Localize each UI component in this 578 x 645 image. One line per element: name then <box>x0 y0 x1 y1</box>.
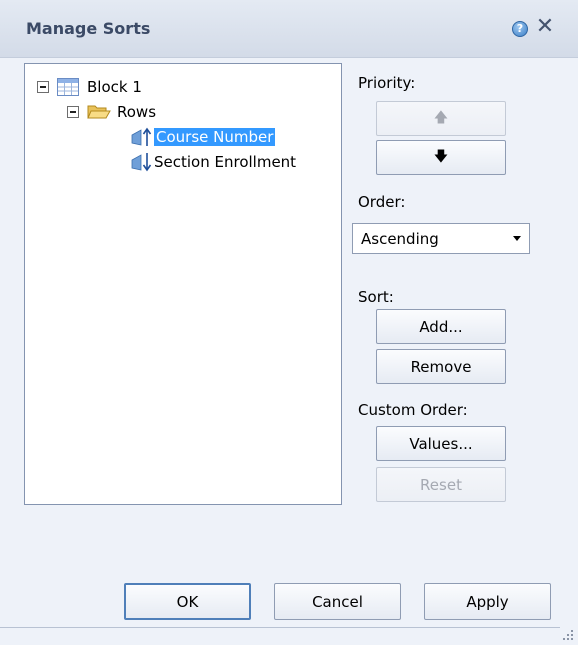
help-icon[interactable]: ? <box>512 21 528 37</box>
ok-button[interactable]: OK <box>124 583 251 620</box>
tree-label-section-enrollment: Section Enrollment <box>154 153 297 171</box>
sort-descending-icon <box>131 153 152 172</box>
sort-label: Sort: <box>358 288 394 306</box>
dialog-title: Manage Sorts <box>26 19 151 38</box>
arrow-up-icon: 🡅 <box>433 109 449 126</box>
order-select[interactable]: Ascending <box>352 223 530 254</box>
sort-ascending-icon <box>131 127 152 146</box>
add-sort-button[interactable]: Add... <box>376 309 506 344</box>
priority-label: Priority: <box>358 74 416 92</box>
add-sort-button-label: Add... <box>419 317 463 336</box>
apply-button-label: Apply <box>466 592 509 611</box>
tree-item-course-number[interactable]: Course Number <box>130 126 276 148</box>
order-selected-value: Ascending <box>361 229 439 248</box>
tree-label-course-number: Course Number <box>154 128 276 146</box>
manage-sorts-dialog: Manage Sorts ? ✕ Block 1 Rows Course Num… <box>0 0 578 645</box>
reset-button-label: Reset <box>420 475 462 494</box>
apply-button[interactable]: Apply <box>424 583 551 620</box>
values-button[interactable]: Values... <box>376 426 506 461</box>
arrow-down-icon: 🡇 <box>433 148 449 165</box>
close-icon[interactable]: ✕ <box>535 16 555 38</box>
resize-grip-icon[interactable] <box>562 629 574 641</box>
tree-item-section-enrollment[interactable]: Section Enrollment <box>130 151 296 173</box>
cancel-button[interactable]: Cancel <box>274 583 401 620</box>
move-down-button[interactable]: 🡇 <box>376 140 506 175</box>
order-label: Order: <box>358 193 406 211</box>
open-folder-icon <box>87 105 111 119</box>
cancel-button-label: Cancel <box>312 592 363 611</box>
tree-node-rows[interactable]: Rows <box>67 101 156 123</box>
remove-sort-button-label: Remove <box>410 357 472 376</box>
table-icon <box>57 78 79 96</box>
sort-tree-panel[interactable]: Block 1 Rows Course Number Section Enrol… <box>24 63 342 505</box>
tree-label-block: Block 1 <box>87 78 142 96</box>
reset-button[interactable]: Reset <box>376 467 506 502</box>
values-button-label: Values... <box>409 434 473 453</box>
collapse-icon[interactable] <box>37 81 49 93</box>
tree-label-rows: Rows <box>117 103 157 121</box>
remove-sort-button[interactable]: Remove <box>376 349 506 384</box>
dropdown-arrow-icon[interactable] <box>513 236 521 241</box>
title-bar: Manage Sorts ? ✕ <box>0 0 578 58</box>
tree-node-block[interactable]: Block 1 <box>37 76 142 98</box>
custom-order-label: Custom Order: <box>358 401 468 419</box>
ok-button-label: OK <box>176 592 199 611</box>
footer-divider <box>0 627 560 628</box>
move-up-button[interactable]: 🡅 <box>376 101 506 136</box>
collapse-icon[interactable] <box>67 106 79 118</box>
